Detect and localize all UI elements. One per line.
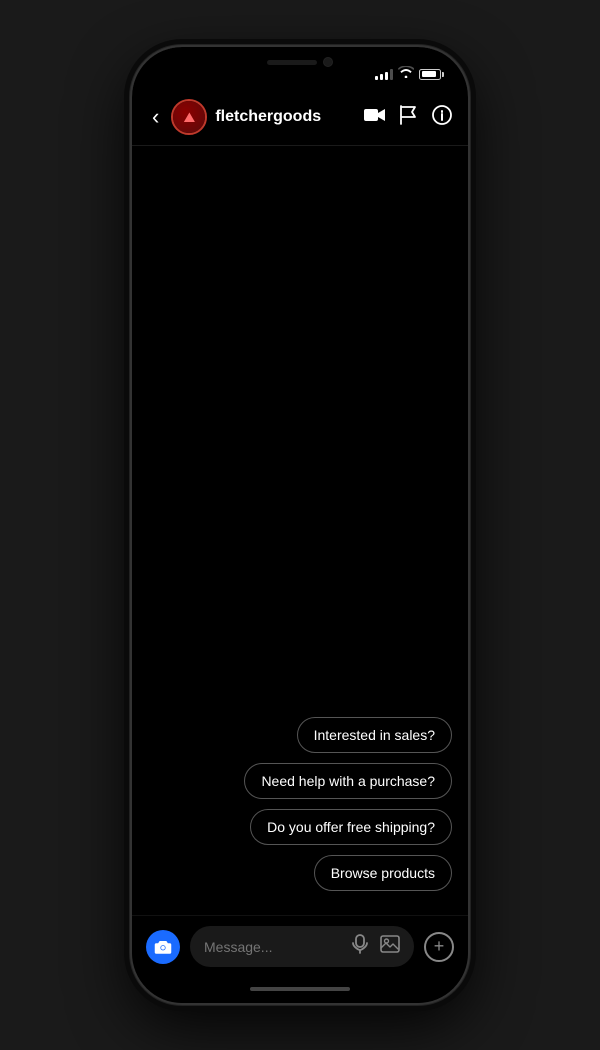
signal-icon bbox=[375, 69, 393, 80]
quick-reply-browse[interactable]: Browse products bbox=[314, 855, 452, 891]
input-bar: + bbox=[132, 915, 468, 979]
notch bbox=[235, 47, 365, 77]
phone-frame: ‹ ⛰ fletchergoods bbox=[130, 45, 470, 1005]
chat-area: Interested in sales? Need help with a pu… bbox=[132, 146, 468, 915]
quick-replies-list: Interested in sales? Need help with a pu… bbox=[148, 717, 452, 899]
chat-header: ‹ ⛰ fletchergoods bbox=[132, 91, 468, 146]
input-right-icons bbox=[352, 934, 400, 959]
plus-button[interactable]: + bbox=[424, 932, 454, 962]
home-bar bbox=[250, 987, 350, 991]
username-label[interactable]: fletchergoods bbox=[215, 108, 356, 126]
battery-icon bbox=[419, 69, 444, 80]
avatar[interactable]: ⛰ bbox=[171, 99, 207, 135]
quick-reply-shipping[interactable]: Do you offer free shipping? bbox=[250, 809, 452, 845]
screen: ‹ ⛰ fletchergoods bbox=[132, 47, 468, 1003]
gallery-icon[interactable] bbox=[380, 935, 400, 958]
header-actions bbox=[364, 105, 452, 130]
message-input[interactable] bbox=[204, 939, 352, 955]
flag-icon[interactable] bbox=[400, 105, 418, 130]
video-call-icon[interactable] bbox=[364, 107, 386, 128]
wifi-icon bbox=[398, 65, 414, 83]
status-icons bbox=[375, 65, 444, 83]
speaker bbox=[267, 60, 317, 65]
back-button[interactable]: ‹ bbox=[148, 102, 163, 132]
front-camera bbox=[323, 57, 333, 67]
message-input-wrap bbox=[190, 926, 414, 967]
camera-button[interactable] bbox=[146, 930, 180, 964]
home-indicator bbox=[132, 979, 468, 1003]
info-icon[interactable] bbox=[432, 105, 452, 130]
quick-reply-purchase[interactable]: Need help with a purchase? bbox=[244, 763, 452, 799]
quick-reply-sales[interactable]: Interested in sales? bbox=[297, 717, 452, 753]
microphone-icon[interactable] bbox=[352, 934, 368, 959]
